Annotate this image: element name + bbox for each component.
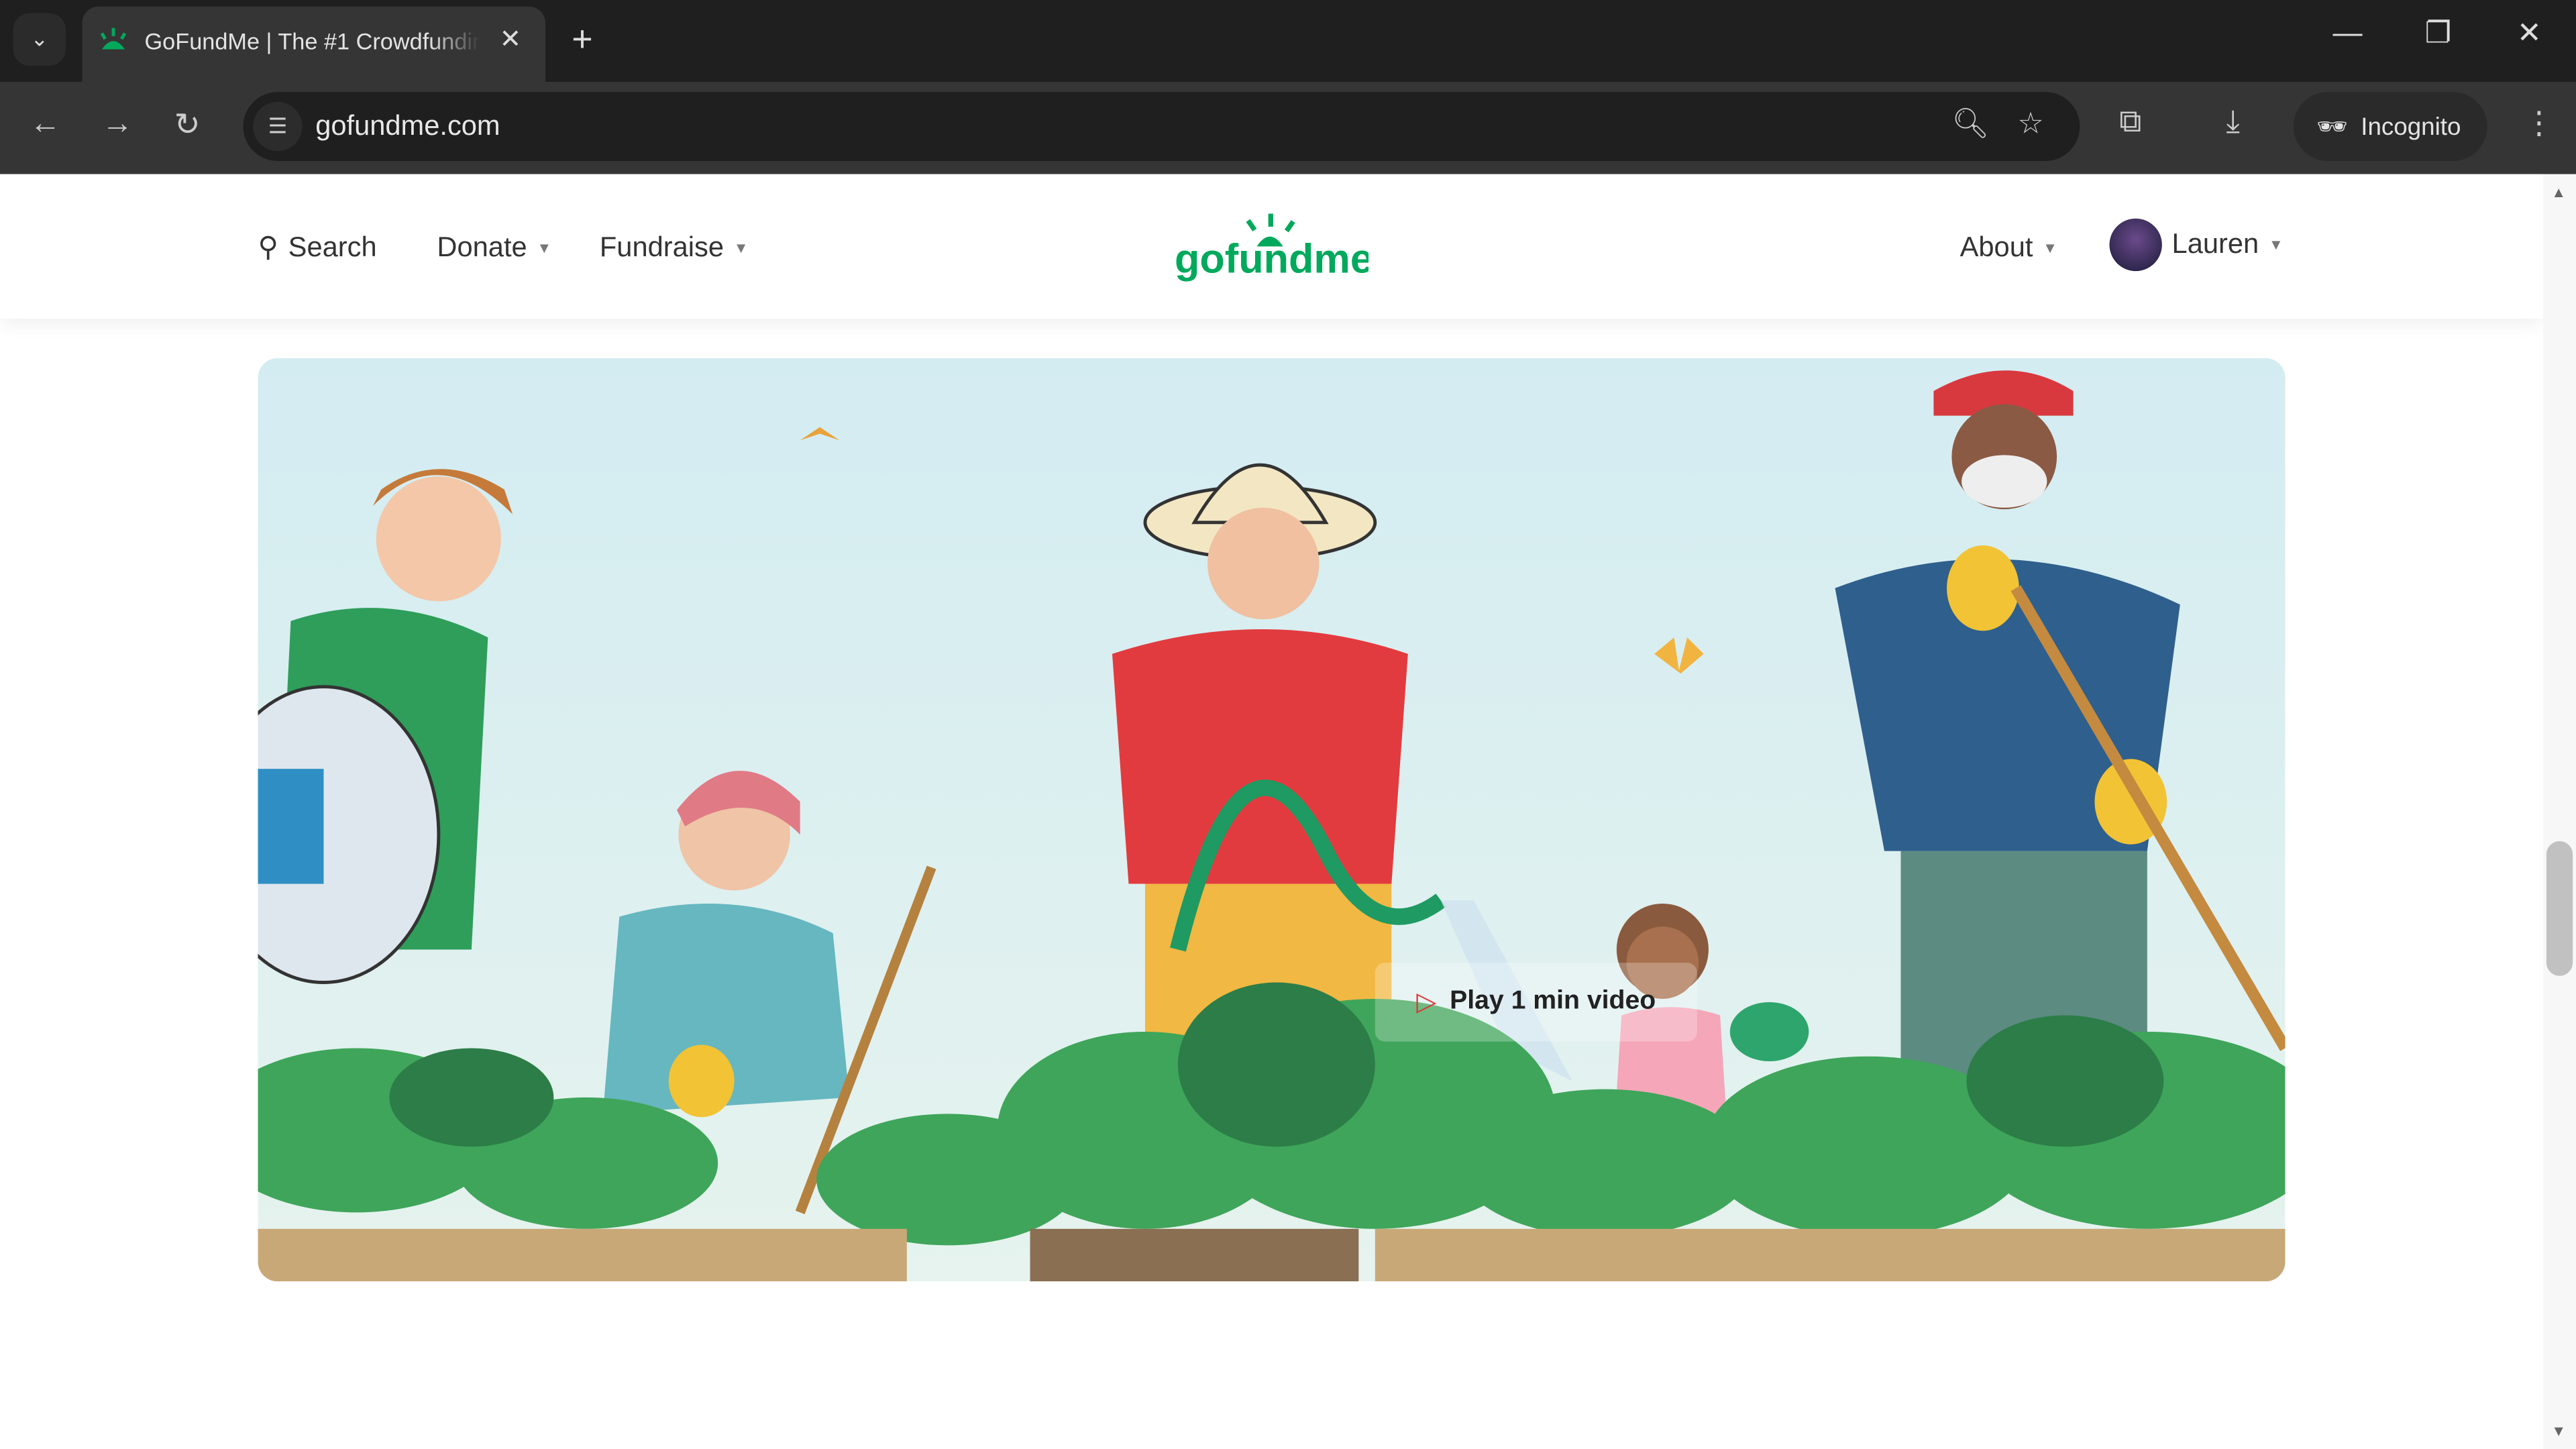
browser-toolbar: ← → ↻ ☰ gofundme.com 🔍︎ ☆ ⧉ ⤓ 🕶︎ Incognit… [0,82,2576,174]
fundraise-menu[interactable]: Fundraise ▼ [600,231,749,264]
search-icon: ⚲ [258,231,278,263]
user-menu[interactable]: Lauren ▼ [2109,218,2284,272]
star-icon[interactable]: ☆ [2017,107,2044,141]
caret-down-icon: ▼ [537,239,552,257]
about-label: About [1960,231,2033,263]
tab-list-icon[interactable]: ⌄ [13,13,66,66]
scrollbar[interactable] [2543,174,2576,1449]
menu-icon[interactable]: ⋮ [2524,105,2555,143]
donate-label: Donate [437,231,527,263]
active-tab[interactable]: GoFundMe | The #1 Crowdfunding Platform … [82,6,546,83]
hero-video[interactable]: ▷ Play 1 min video [258,358,2286,1282]
minimize-icon[interactable]: — [2333,16,2363,50]
scrollbar-thumb[interactable] [2546,841,2573,976]
restore-icon[interactable]: ❐ [2425,16,2452,50]
tab-strip: ⌄ GoFundMe | The #1 Crowdfunding Platfor… [0,0,2576,83]
close-window-icon[interactable]: ✕ [2517,16,2542,50]
tab-title: GoFundMe | The #1 Crowdfunding Platform [144,28,480,54]
svg-text:gofundme: gofundme [1175,236,1368,282]
user-name: Lauren [2171,228,2259,260]
play-video-button[interactable]: ▷ Play 1 min video [1375,963,1697,1042]
download-icon[interactable]: ⤓ [2226,105,2240,142]
about-menu[interactable]: About ▼ [1960,231,2057,264]
avatar [2109,218,2162,272]
close-icon[interactable]: ✕ [499,23,521,56]
search-button[interactable]: ⚲ Search [258,231,376,264]
forward-icon[interactable]: → [102,107,133,143]
back-icon[interactable]: ← [30,107,61,143]
reload-icon[interactable]: ↻ [174,107,201,144]
scroll-up-icon[interactable]: ▲ [2551,184,2566,200]
fundraise-label: Fundraise [599,231,724,263]
incognito-label: Incognito [2361,112,2461,141]
plus-icon[interactable]: + [572,18,592,61]
caret-down-icon: ▼ [2043,239,2058,257]
caret-down-icon: ▼ [2268,236,2284,254]
site-info-icon[interactable]: ☰ [253,101,303,152]
gofundme-logo[interactable]: gofundme [1175,213,1373,294]
caret-down-icon: ▼ [733,239,749,257]
address-bar[interactable]: ☰ gofundme.com 🔍︎ ☆ [243,92,2080,162]
play-icon: ▷ [1416,989,1437,1017]
play-video-label: Play 1 min video [1450,987,1656,1016]
url-text[interactable]: gofundme.com [315,110,500,143]
incognito-icon: 🕶︎ [2316,113,2348,142]
incognito-button[interactable]: 🕶︎ Incognito [2293,92,2487,162]
favicon [100,28,127,50]
zoom-icon[interactable]: 🔍︎ [1951,107,1989,141]
site-header: ⚲ Search Donate ▼ Fundraise ▼ gofundme Abou… [0,174,2544,319]
page-content: ⚲ Search Donate ▼ Fundraise ▼ gofundme Abou… [0,174,2544,1449]
search-label: Search [288,231,377,263]
garden-illustration [258,358,2286,1282]
donate-menu[interactable]: Donate ▼ [437,231,551,264]
scroll-down-icon[interactable]: ▼ [2551,1423,2566,1439]
extensions-icon[interactable]: ⧉ [2119,105,2141,142]
